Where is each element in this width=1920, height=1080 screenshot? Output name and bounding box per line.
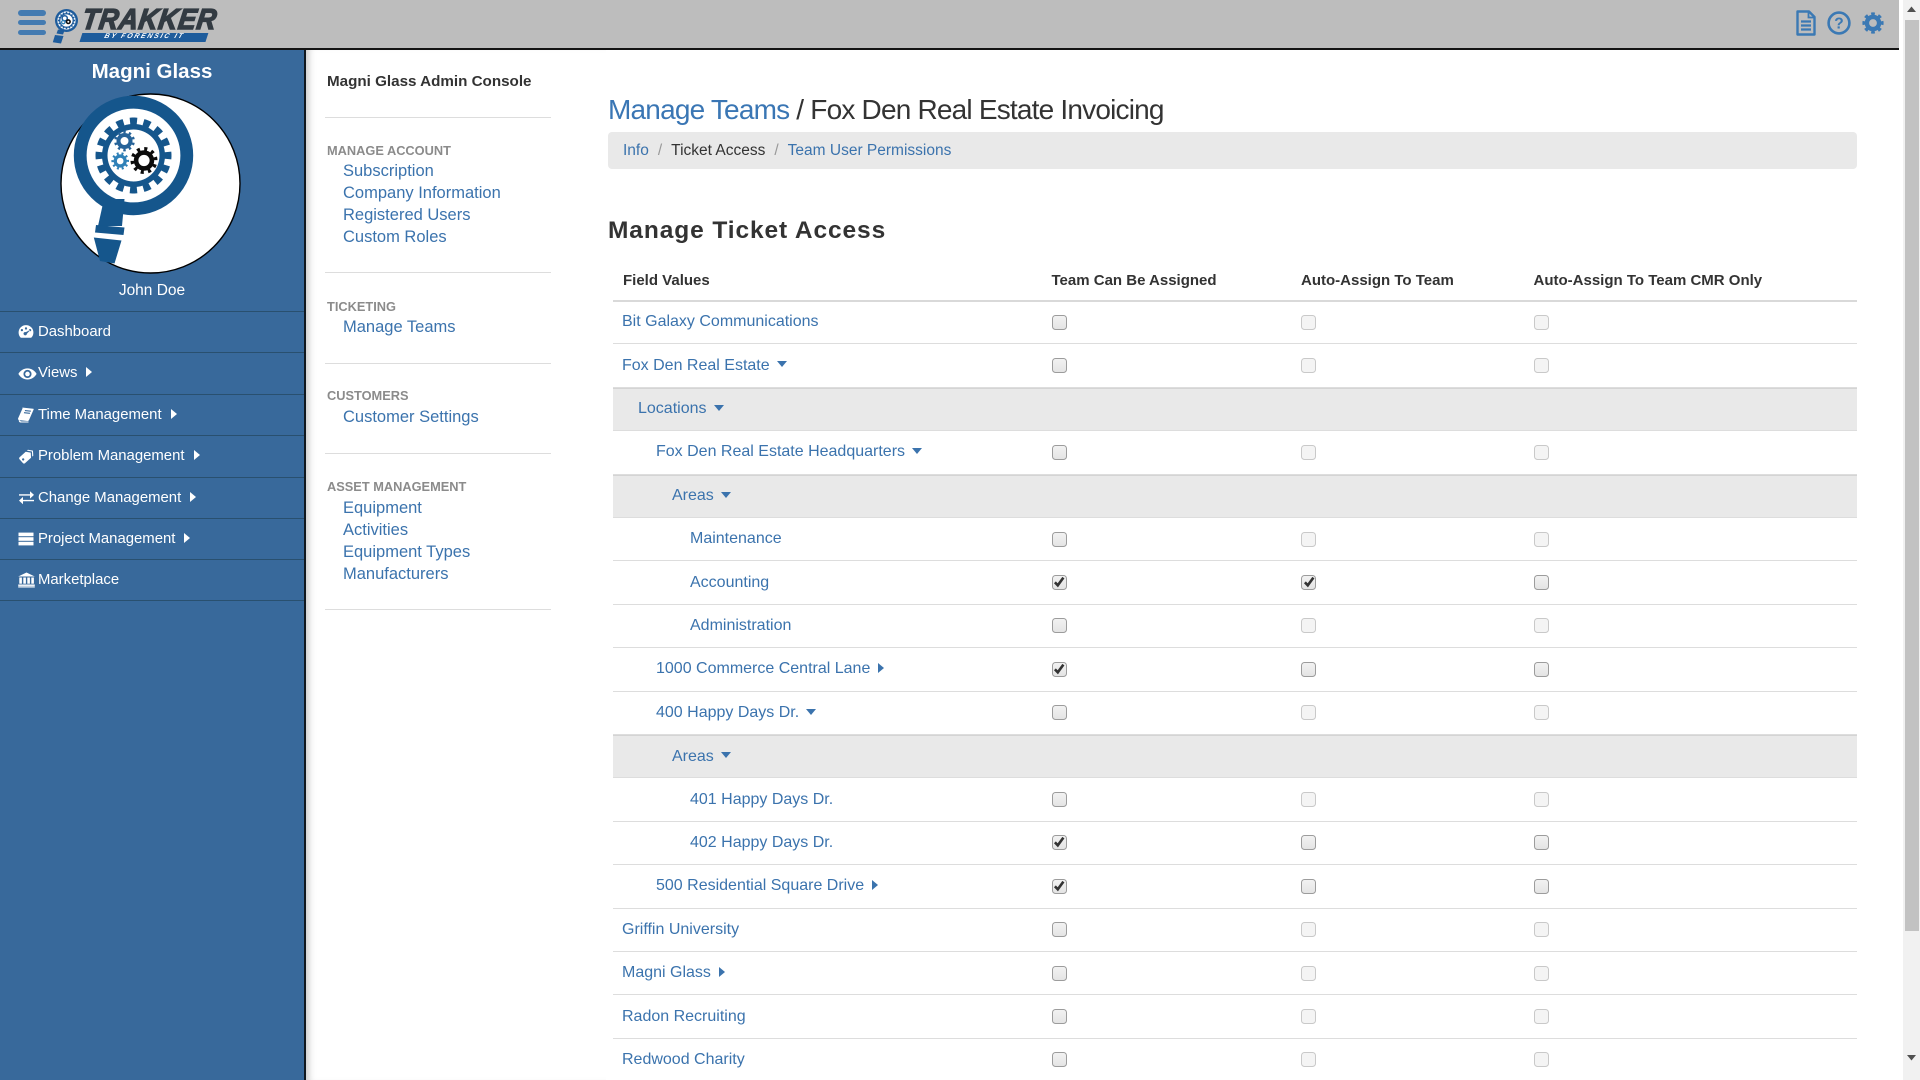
svg-text:?: ? bbox=[1834, 16, 1843, 33]
